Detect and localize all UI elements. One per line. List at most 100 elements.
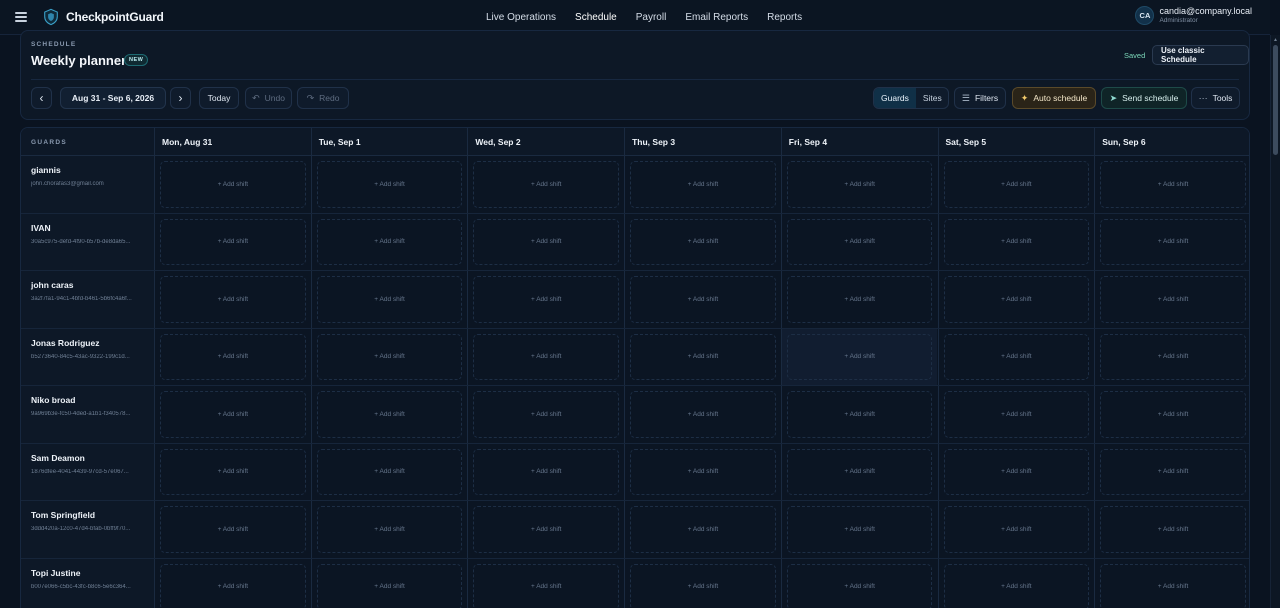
nav-schedule[interactable]: Schedule: [575, 12, 617, 23]
avatar[interactable]: CA: [1135, 6, 1155, 25]
day-cell: + Add shift: [467, 328, 624, 385]
redo-button[interactable]: ↷ Redo: [297, 87, 349, 109]
nav-live-operations[interactable]: Live Operations: [486, 12, 556, 23]
filters-button[interactable]: ☰ Filters: [954, 87, 1006, 109]
section-eyebrow: SCHEDULE: [31, 41, 77, 48]
add-shift-button[interactable]: + Add shift: [316, 333, 463, 380]
add-shift-button[interactable]: + Add shift: [630, 276, 776, 323]
add-shift-button[interactable]: + Add shift: [630, 563, 776, 608]
prev-week-button[interactable]: ‹: [31, 87, 52, 109]
add-shift-button[interactable]: + Add shift: [630, 448, 776, 495]
add-shift-button[interactable]: + Add shift: [316, 218, 463, 265]
add-shift-button[interactable]: + Add shift: [160, 333, 306, 380]
add-shift-button[interactable]: + Add shift: [786, 563, 933, 608]
add-shift-button[interactable]: + Add shift: [473, 333, 620, 380]
add-shift-button[interactable]: + Add shift: [160, 218, 306, 265]
add-shift-button[interactable]: + Add shift: [473, 506, 620, 553]
nav-email-reports[interactable]: Email Reports: [685, 12, 748, 23]
guard-cell[interactable]: Sam Deamon 1876dfee-4041-4439-97cd-57e067…: [21, 443, 154, 500]
add-shift-button[interactable]: + Add shift: [1100, 448, 1246, 495]
guard-cell[interactable]: Topi Justine b007e066-c5bc-43fc-b8c6-5e6c…: [21, 558, 154, 608]
nav-payroll[interactable]: Payroll: [636, 12, 667, 23]
add-shift-button[interactable]: + Add shift: [943, 563, 1090, 608]
scroll-thumb[interactable]: [1273, 45, 1278, 155]
view-sites-tab[interactable]: Sites: [916, 88, 948, 108]
auto-schedule-button[interactable]: ✦ Auto schedule: [1012, 87, 1096, 109]
add-shift-button[interactable]: + Add shift: [786, 161, 933, 208]
add-shift-button[interactable]: + Add shift: [943, 276, 1090, 323]
add-shift-button[interactable]: + Add shift: [473, 276, 620, 323]
view-guards-tab[interactable]: Guards: [874, 88, 916, 108]
add-shift-button[interactable]: + Add shift: [630, 506, 776, 553]
guard-cell[interactable]: Jonas Rodriguez b5273640-84c5-43ac-9322-1…: [21, 328, 154, 385]
add-shift-button[interactable]: + Add shift: [316, 276, 463, 323]
undo-icon: ↶: [252, 92, 260, 103]
add-shift-button[interactable]: + Add shift: [630, 391, 776, 438]
add-shift-button[interactable]: + Add shift: [160, 391, 306, 438]
add-shift-button[interactable]: + Add shift: [316, 563, 463, 608]
add-shift-button[interactable]: + Add shift: [160, 563, 306, 608]
guard-cell[interactable]: giannis john.chorafas3@gmail.com: [21, 156, 154, 213]
nav-reports[interactable]: Reports: [767, 12, 802, 23]
add-shift-button[interactable]: + Add shift: [160, 448, 306, 495]
brand-name[interactable]: CheckpointGuard: [66, 10, 164, 24]
add-shift-button[interactable]: + Add shift: [316, 391, 463, 438]
add-shift-button[interactable]: + Add shift: [316, 161, 463, 208]
menu-icon[interactable]: [15, 12, 27, 22]
guard-cell[interactable]: Niko broad 9a969b3e-fc50-4ded-a1b1-f34057…: [21, 386, 154, 443]
add-shift-button[interactable]: + Add shift: [630, 333, 776, 380]
add-shift-button[interactable]: + Add shift: [473, 161, 620, 208]
add-shift-button[interactable]: + Add shift: [1100, 391, 1246, 438]
tools-button[interactable]: ··· Tools: [1191, 87, 1240, 109]
add-shift-button[interactable]: + Add shift: [1100, 506, 1246, 553]
add-shift-button[interactable]: + Add shift: [316, 448, 463, 495]
user-menu[interactable]: CA candia@company.local Administrator: [1135, 6, 1252, 25]
redo-icon: ↷: [306, 92, 315, 103]
send-schedule-button[interactable]: ➤ Send schedule: [1101, 87, 1187, 109]
add-shift-button[interactable]: + Add shift: [160, 506, 306, 553]
add-shift-button[interactable]: + Add shift: [316, 506, 463, 553]
add-shift-button[interactable]: + Add shift: [473, 391, 620, 438]
sparkle-icon: ✦: [1020, 92, 1029, 103]
add-shift-button[interactable]: + Add shift: [473, 563, 620, 608]
add-shift-button[interactable]: + Add shift: [473, 448, 620, 495]
add-shift-button[interactable]: + Add shift: [943, 161, 1090, 208]
add-shift-button[interactable]: + Add shift: [943, 218, 1090, 265]
day-cell: + Add shift: [1094, 501, 1249, 558]
add-shift-button[interactable]: + Add shift: [786, 391, 933, 438]
scroll-up-icon[interactable]: ▲: [1273, 37, 1278, 43]
add-shift-button[interactable]: + Add shift: [1100, 218, 1246, 265]
today-button[interactable]: Today: [199, 87, 239, 109]
add-shift-button[interactable]: + Add shift: [1100, 563, 1246, 608]
undo-button[interactable]: ↶ Undo: [245, 87, 292, 109]
use-classic-schedule-button[interactable]: Use classic Schedule: [1152, 45, 1249, 65]
add-shift-button[interactable]: + Add shift: [630, 161, 776, 208]
add-shift-button[interactable]: + Add shift: [160, 161, 306, 208]
next-week-button[interactable]: ›: [170, 87, 191, 109]
add-shift-button[interactable]: + Add shift: [786, 333, 933, 380]
add-shift-button[interactable]: + Add shift: [943, 391, 1090, 438]
guard-cell[interactable]: john caras 3a2f7fa1-94c1-4bfd-b461-5b6fc4…: [21, 271, 154, 328]
guard-cell[interactable]: IVAN 30a5c975-defd-4f90-b57b-de8da65...: [21, 213, 154, 270]
add-shift-button[interactable]: + Add shift: [943, 448, 1090, 495]
add-shift-button[interactable]: + Add shift: [786, 218, 933, 265]
add-shift-button[interactable]: + Add shift: [1100, 333, 1246, 380]
day-cell: + Add shift: [467, 386, 624, 443]
add-shift-button[interactable]: + Add shift: [1100, 276, 1246, 323]
auto-schedule-label: Auto schedule: [1033, 93, 1088, 103]
day-cell: + Add shift: [780, 271, 938, 328]
add-shift-button[interactable]: + Add shift: [943, 333, 1090, 380]
add-shift-button[interactable]: + Add shift: [786, 448, 933, 495]
guard-cell[interactable]: Tom Springfield 3ddd420a-12c0-47d4-bfab-0…: [21, 501, 154, 558]
add-shift-button[interactable]: + Add shift: [943, 506, 1090, 553]
page-scrollbar[interactable]: ▲: [1270, 35, 1280, 608]
add-shift-button[interactable]: + Add shift: [1100, 161, 1246, 208]
add-shift-button[interactable]: + Add shift: [160, 276, 306, 323]
add-shift-button[interactable]: + Add shift: [786, 506, 933, 553]
day-cell: + Add shift: [1094, 386, 1249, 443]
add-shift-button[interactable]: + Add shift: [786, 276, 933, 323]
date-range-picker[interactable]: Aug 31 - Sep 6, 2026: [60, 87, 166, 109]
add-shift-button[interactable]: + Add shift: [473, 218, 620, 265]
add-shift-button[interactable]: + Add shift: [630, 218, 776, 265]
day-header: Thu, Sep 3: [624, 128, 781, 156]
